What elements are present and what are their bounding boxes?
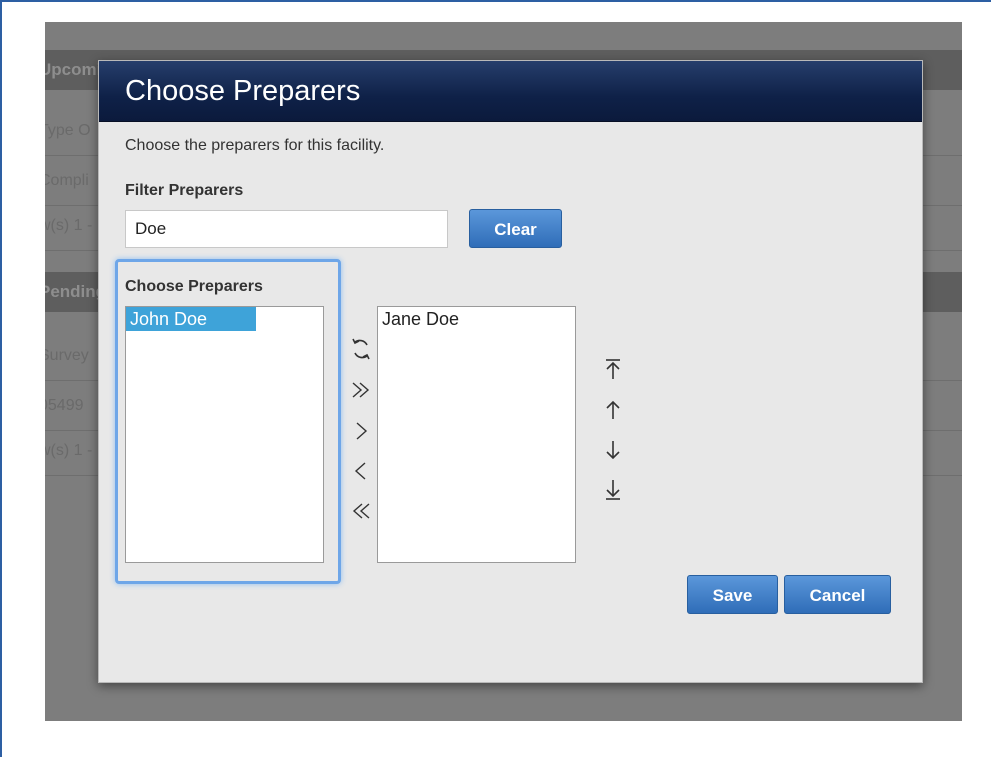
filter-input[interactable]	[125, 210, 448, 248]
dialog-header: Choose Preparers	[99, 61, 922, 122]
move-all-right-icon[interactable]	[349, 379, 373, 401]
available-list-label: Choose Preparers	[125, 278, 263, 295]
save-button[interactable]: Save	[687, 575, 778, 614]
available-preparers-list[interactable]: John Doe	[125, 306, 324, 563]
move-right-icon[interactable]	[349, 420, 373, 442]
choose-preparers-dialog: Choose Preparers Choose the preparers fo…	[98, 60, 923, 683]
move-all-left-icon[interactable]	[349, 500, 373, 522]
background-section-label: Pending	[45, 282, 107, 301]
dialog-description: Choose the preparers for this facility.	[125, 137, 385, 154]
move-top-icon[interactable]	[601, 357, 625, 381]
swap-icon[interactable]	[349, 337, 373, 361]
background-section-label: Upcomi	[45, 60, 102, 79]
clear-button[interactable]: Clear	[469, 209, 562, 248]
background-row-text: 05499	[45, 397, 84, 414]
background-row-text: Type O	[45, 122, 91, 139]
filter-label: Filter Preparers	[125, 182, 244, 199]
move-left-icon[interactable]	[349, 460, 373, 482]
list-item[interactable]: Jane Doe	[378, 307, 508, 331]
move-down-icon[interactable]	[601, 438, 625, 462]
background-row-text: Compli	[45, 172, 89, 189]
list-item[interactable]: John Doe	[126, 307, 256, 331]
chosen-preparers-list[interactable]: Jane Doe	[377, 306, 576, 563]
move-bottom-icon[interactable]	[601, 478, 625, 502]
background-row-text: w(s) 1 -	[45, 442, 93, 459]
move-up-icon[interactable]	[601, 398, 625, 422]
dialog-title: Choose Preparers	[125, 75, 361, 107]
background-row-text: Survey	[45, 347, 89, 364]
background-row-text: w(s) 1 -	[45, 217, 93, 234]
cancel-button[interactable]: Cancel	[784, 575, 891, 614]
sort-controls	[589, 357, 620, 517]
transfer-controls	[337, 337, 370, 527]
